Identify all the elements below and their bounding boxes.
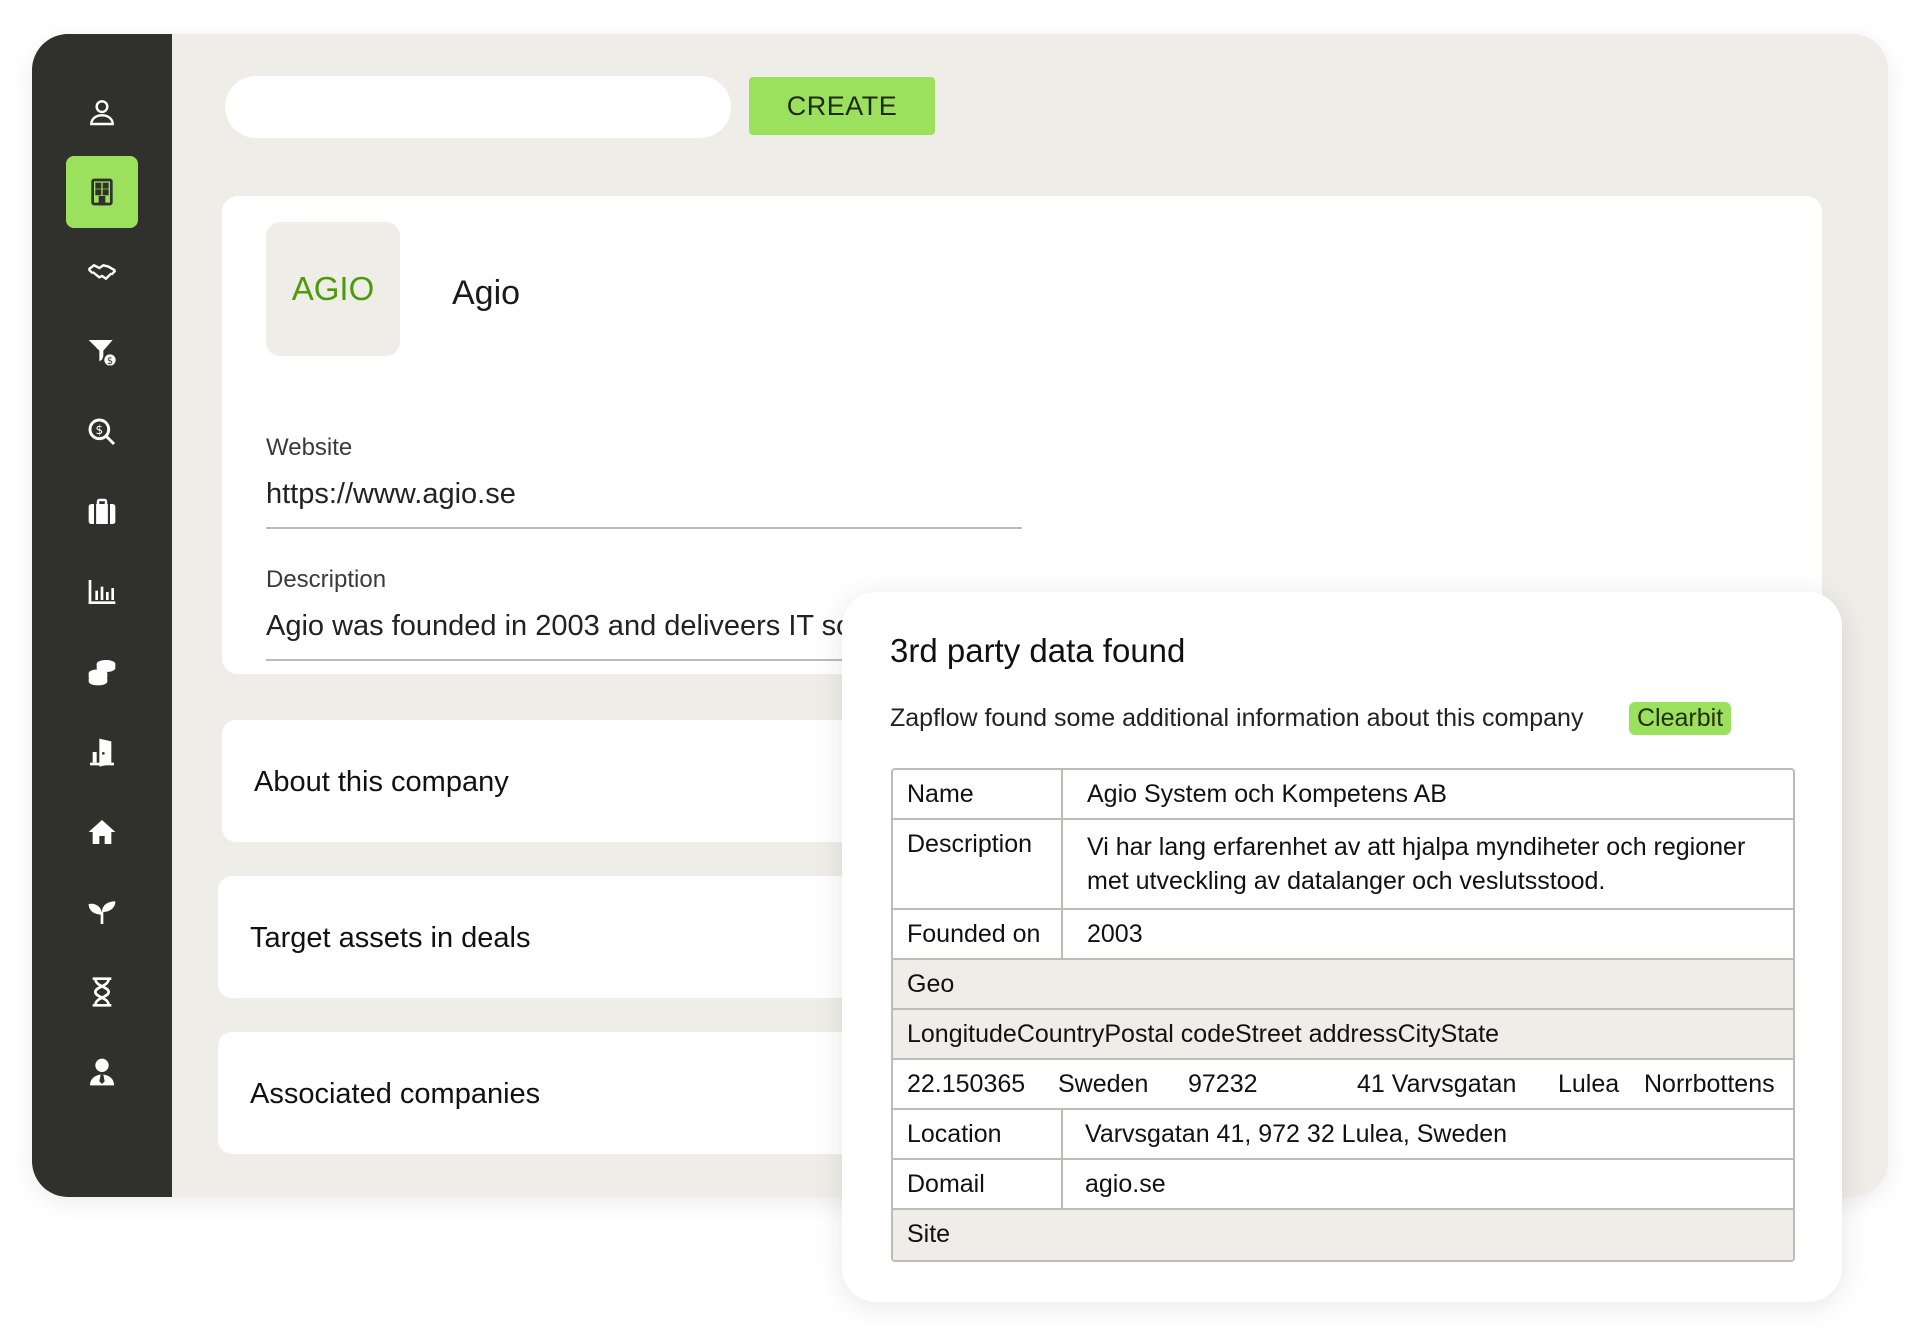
geo-header: State: [1440, 1020, 1500, 1048]
row-key: Name: [893, 770, 1063, 818]
seedling-icon: [88, 901, 116, 924]
sidebar-item-valuation[interactable]: $: [66, 396, 138, 468]
section-title: About this company: [254, 766, 509, 798]
sidebar-item-exits[interactable]: [66, 716, 138, 788]
home-icon: [88, 820, 116, 844]
sidebar-item-portfolio[interactable]: [66, 476, 138, 548]
row-key: Description: [893, 820, 1063, 908]
description-label: Description: [266, 566, 387, 593]
user-icon: [90, 100, 114, 126]
about-company-section[interactable]: About this company: [222, 720, 942, 842]
geo-value-row: 22.150365 Sweden 97232 41 Varvsgatan Lul…: [893, 1060, 1793, 1110]
row-value: agio.se: [1085, 1170, 1166, 1198]
associated-companies-section[interactable]: Associated companies: [218, 1032, 938, 1154]
sidebar-item-home[interactable]: [66, 796, 138, 868]
sidebar-item-deals[interactable]: [66, 236, 138, 308]
geo-value: Lulea: [1558, 1070, 1620, 1098]
row-key: Founded on: [893, 910, 1063, 958]
section-title: Associated companies: [250, 1078, 541, 1110]
funnel-dollar-icon: $: [88, 340, 118, 368]
third-party-data-panel: 3rd party data found Zapflow found some …: [842, 592, 1842, 1302]
row-value: Vi har lang erfarenhet av att hjalpa myn…: [1087, 833, 1746, 895]
row-key: Domail: [893, 1160, 1063, 1208]
sidebar-item-funnel[interactable]: $: [66, 316, 138, 388]
svg-text:$: $: [107, 356, 113, 367]
briefcase-icon: [88, 498, 116, 524]
table-row: Domail agio.se: [893, 1160, 1793, 1210]
table-row: Description Vi har lang erfarenhet av at…: [893, 820, 1793, 910]
geo-header: Street address: [1235, 1020, 1398, 1048]
geo-header: Country: [1016, 1020, 1105, 1048]
geo-header: Postal code: [1104, 1020, 1236, 1048]
sidebar: $ $: [32, 34, 172, 1197]
row-value: 2003: [1087, 920, 1143, 948]
row-value: Agio System och Kompetens AB: [1087, 780, 1447, 808]
company-name: Agio: [452, 274, 521, 312]
search-input[interactable]: [225, 76, 731, 138]
panel-title: 3rd party data found: [890, 632, 1186, 669]
table-row: Location Varvsgatan 41, 972 32 Lulea, Sw…: [893, 1110, 1793, 1160]
geo-header: City: [1397, 1020, 1441, 1048]
hourglass-icon: [92, 977, 112, 1007]
geo-label: Geo: [907, 970, 955, 998]
geo-value: Sweden: [1058, 1070, 1149, 1098]
company-logo: AGIO: [266, 222, 400, 356]
geo-value: Norrbottens: [1644, 1070, 1775, 1098]
panel-subtitle: Zapflow found some additional informatio…: [890, 704, 1584, 732]
sidebar-item-funds[interactable]: [66, 636, 138, 708]
building-icon: [91, 178, 113, 206]
door-exit-icon: [90, 738, 114, 767]
create-button[interactable]: CREATE: [749, 77, 935, 135]
svg-text:$: $: [96, 423, 104, 437]
company-logo-text: AGIO: [291, 270, 375, 307]
geo-group-header: Geo: [893, 960, 1793, 1010]
site-label: Site: [907, 1220, 951, 1248]
website-label: Website: [266, 434, 353, 461]
sidebar-item-companies[interactable]: [66, 156, 138, 228]
sidebar-item-contacts[interactable]: [66, 76, 138, 148]
row-key: Location: [893, 1110, 1063, 1158]
section-title: Target assets in deals: [250, 922, 531, 954]
geo-value: 97232: [1188, 1070, 1258, 1098]
sidebar-item-team[interactable]: [66, 1036, 138, 1108]
handshake-icon: [87, 263, 117, 281]
site-group-header: Site: [893, 1210, 1793, 1260]
geo-header: Longitude: [907, 1020, 1017, 1048]
table-row: Founded on 2003: [893, 910, 1793, 960]
sidebar-item-history[interactable]: [66, 956, 138, 1028]
user-tie-icon: [90, 1058, 114, 1086]
source-badge: Clearbit: [1629, 702, 1732, 735]
website-field[interactable]: https://www.agio.se: [266, 478, 1022, 529]
sidebar-item-reports[interactable]: [66, 556, 138, 628]
third-party-data-table: Name Agio System och Kompetens AB Descri…: [891, 768, 1795, 1262]
geo-value: 22.150365: [907, 1070, 1026, 1098]
table-row: Name Agio System och Kompetens AB: [893, 770, 1793, 820]
geo-header-row: Longitude Country Postal code Street add…: [893, 1010, 1793, 1060]
target-assets-section[interactable]: Target assets in deals: [218, 876, 938, 998]
search-dollar-icon: $: [88, 418, 116, 446]
coins-icon: [88, 660, 116, 686]
sidebar-item-esg[interactable]: [66, 876, 138, 948]
row-value: Varvsgatan 41, 972 32 Lulea, Sweden: [1085, 1120, 1508, 1148]
bar-chart-icon: [88, 580, 116, 604]
geo-value: 41 Varvsgatan: [1357, 1070, 1517, 1098]
